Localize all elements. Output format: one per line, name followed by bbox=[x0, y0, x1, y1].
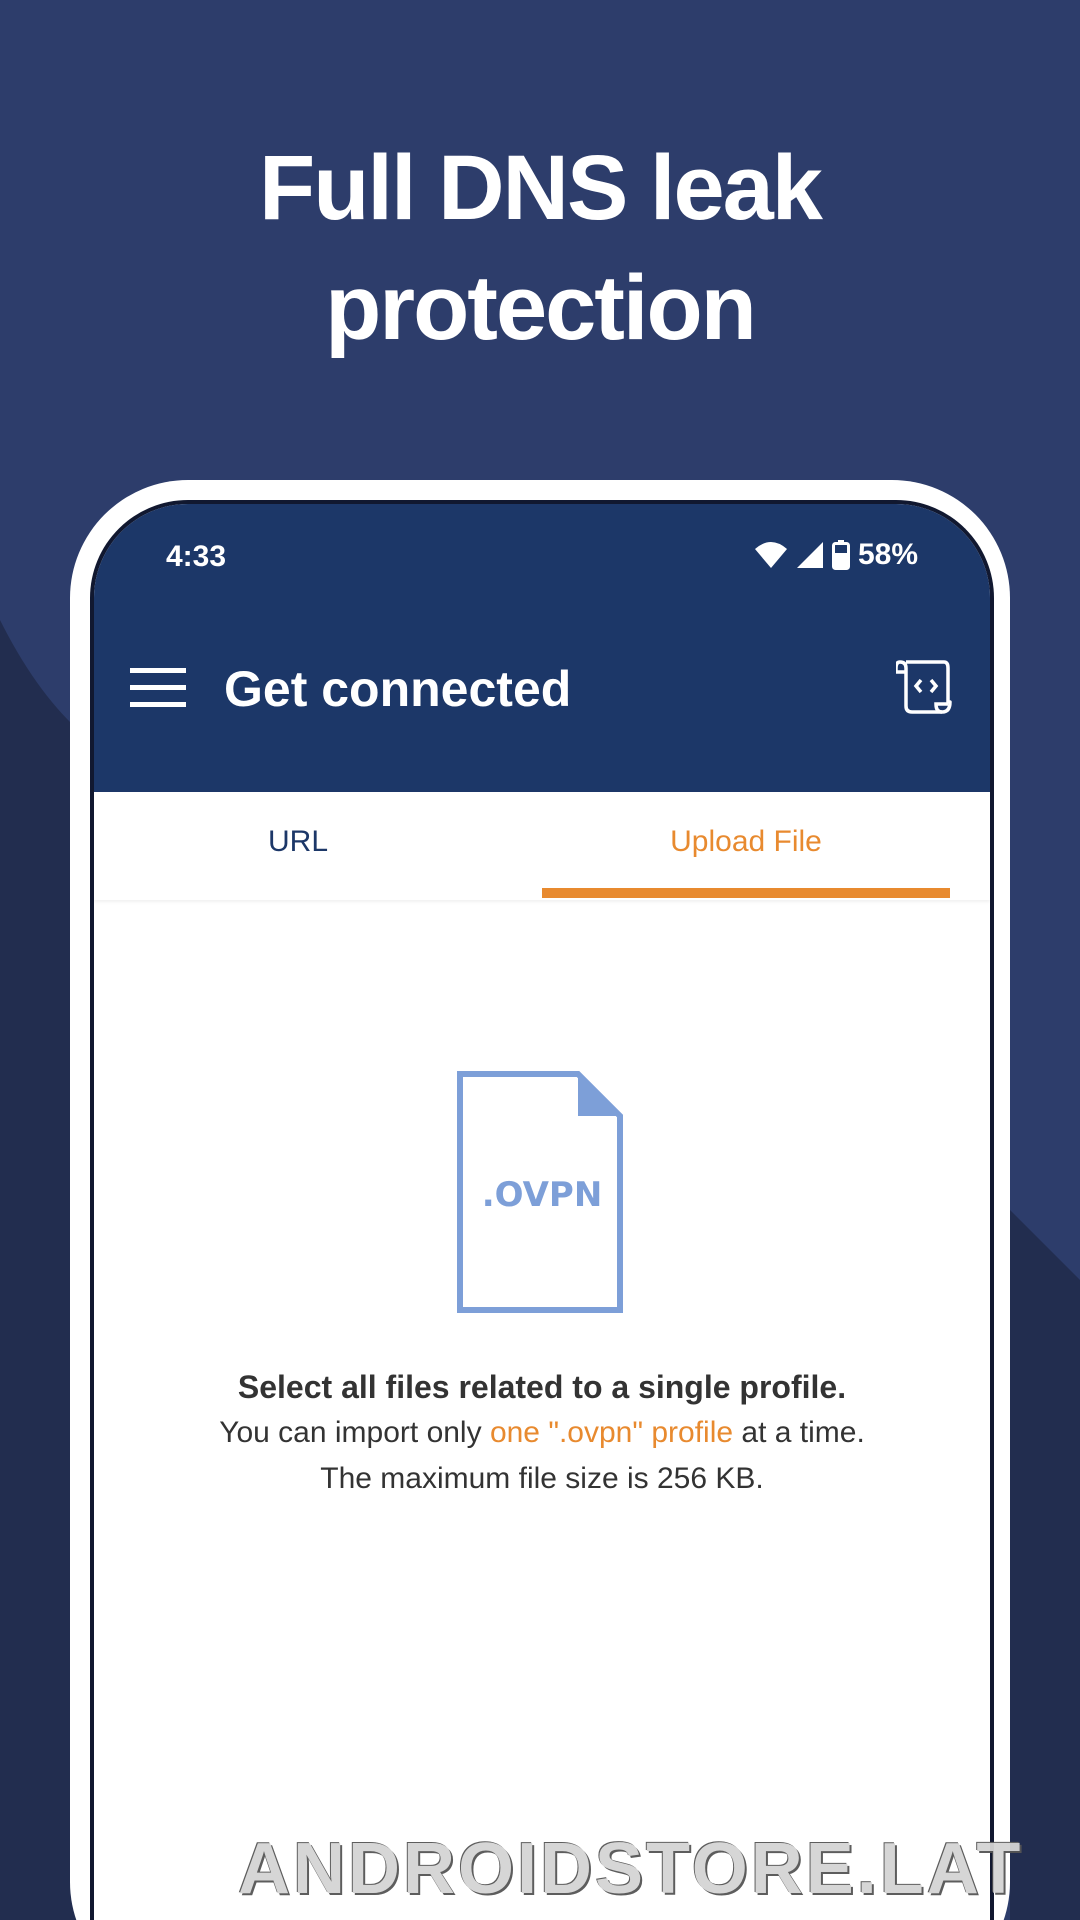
toolbar-title: Get connected bbox=[224, 661, 572, 717]
status-time: 4:33 bbox=[166, 540, 227, 573]
wifi-icon bbox=[754, 542, 787, 568]
upload-info-accent: one ".ovpn" profile bbox=[489, 1416, 734, 1449]
tab-upload-file[interactable]: Upload File bbox=[542, 792, 950, 900]
upload-info-suffix: at a time. bbox=[733, 1416, 865, 1449]
ovpn-file-icon[interactable]: .OVPN bbox=[456, 1070, 624, 1314]
hamburger-menu-icon[interactable] bbox=[130, 666, 186, 710]
file-extension-label: .OVPN bbox=[482, 1175, 603, 1215]
battery-percent: 58% bbox=[857, 538, 918, 571]
status-icons: 58% bbox=[754, 538, 918, 572]
tab-url[interactable]: URL bbox=[94, 792, 502, 900]
phone-screen: 4:33 58% Get connected URL Upload File .… bbox=[90, 500, 994, 1920]
upload-info: Select all files related to a single pro… bbox=[94, 1364, 990, 1502]
battery-icon bbox=[831, 540, 850, 570]
upload-info-line-1: You can import only one ".ovpn" profile … bbox=[94, 1410, 990, 1456]
headline-line-1: Full DNS leak bbox=[259, 137, 823, 239]
cell-signal-icon bbox=[796, 542, 823, 568]
script-code-icon[interactable] bbox=[896, 658, 954, 716]
upload-info-line-2: The maximum file size is 256 KB. bbox=[320, 1462, 764, 1495]
tab-bar: URL Upload File bbox=[94, 792, 990, 900]
watermark: ANDROIDSTORE.LAT bbox=[238, 1829, 1024, 1909]
tab-selected-indicator bbox=[542, 888, 950, 898]
headline: Full DNS leak protection bbox=[0, 128, 1080, 368]
headline-line-2: protection bbox=[325, 257, 757, 359]
upload-info-title: Select all files related to a single pro… bbox=[237, 1369, 847, 1405]
app-bar: 4:33 58% Get connected bbox=[94, 504, 990, 792]
upload-info-prefix: You can import only bbox=[219, 1416, 490, 1449]
phone-frame: 4:33 58% Get connected URL Upload File .… bbox=[70, 480, 1010, 1920]
